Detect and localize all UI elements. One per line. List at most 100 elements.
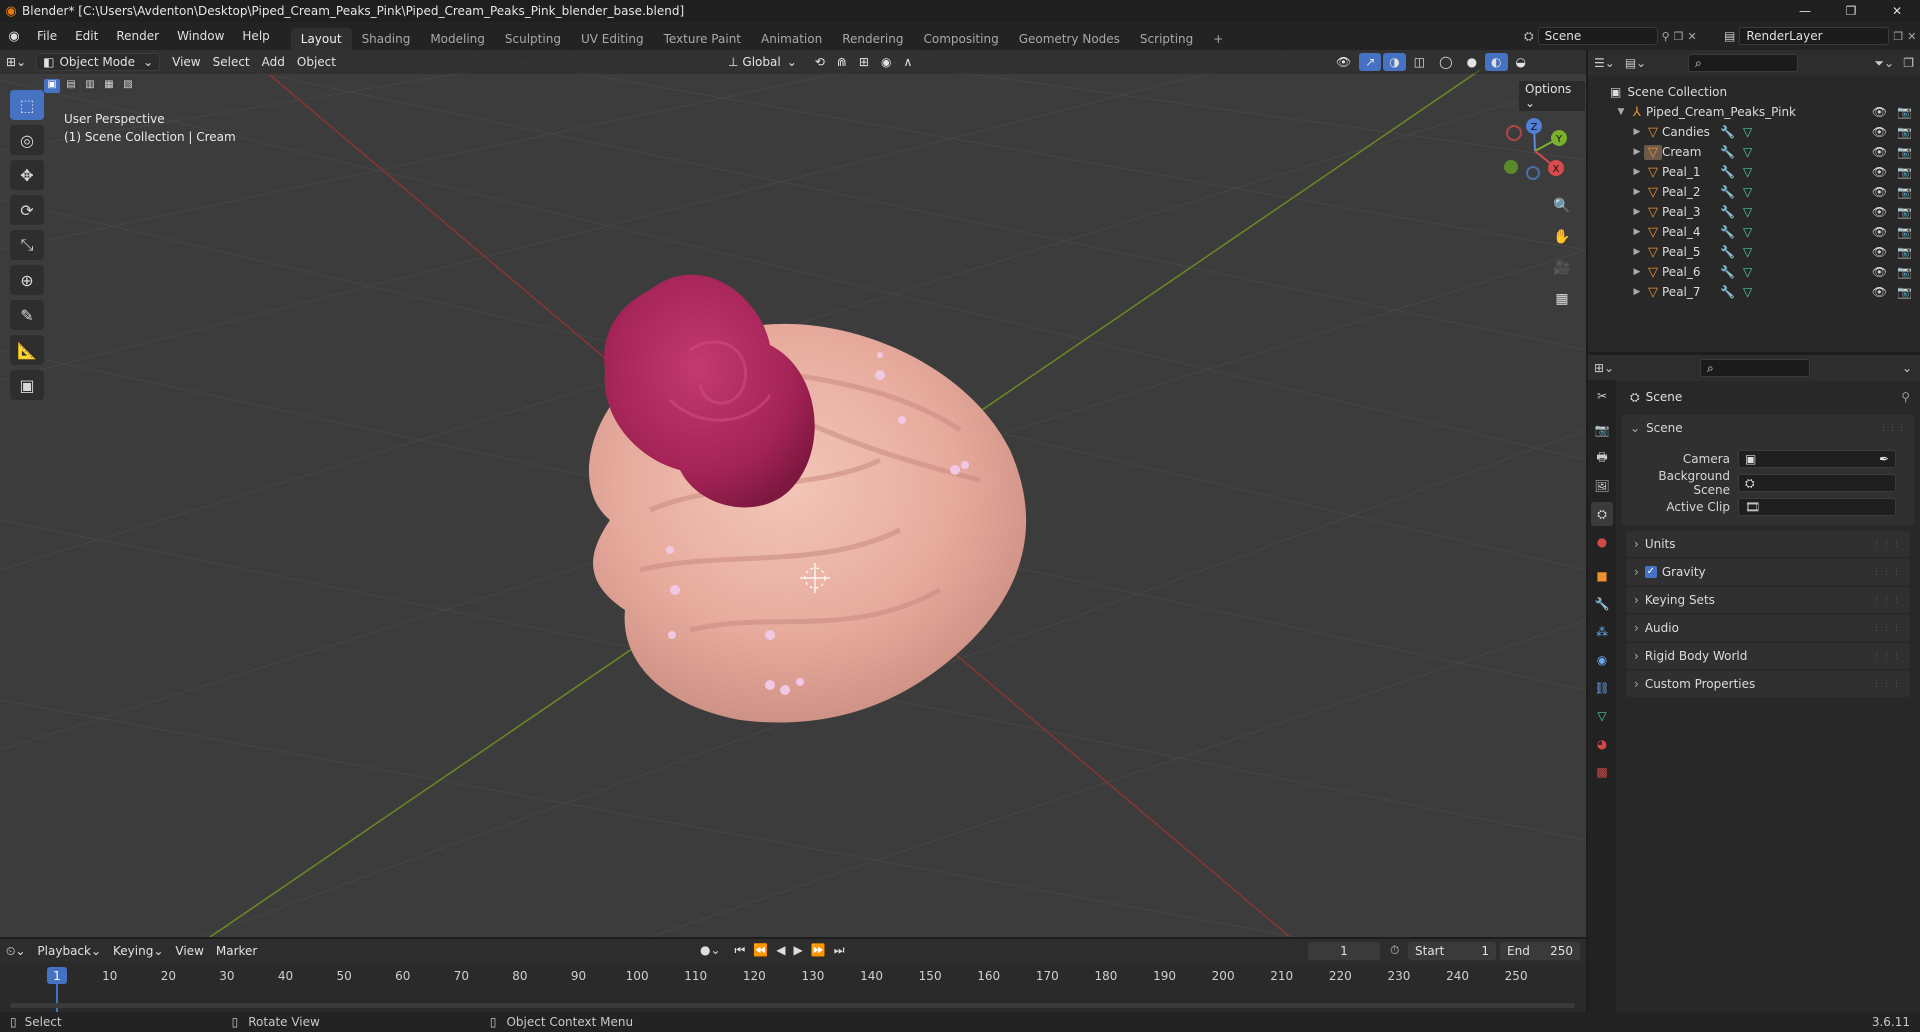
mode-dropdown[interactable]: ◧ Object Mode ⌄ xyxy=(36,53,161,71)
wrench-icon[interactable]: 🔧 xyxy=(1720,285,1735,299)
jump-keyframe-forward-icon[interactable]: ⏩ xyxy=(811,943,826,958)
remove-scene-icon[interactable]: ✕ xyxy=(1688,30,1697,43)
camera-icon[interactable]: 📷 xyxy=(1897,285,1912,299)
drag-grip-icon[interactable]: ⋮⋮⋮ xyxy=(1872,539,1902,549)
3d-viewport[interactable]: User Perspective (1) Scene Collection | … xyxy=(0,50,1586,937)
mesh-data-icon[interactable]: ▽ xyxy=(1743,245,1752,259)
menu-help[interactable]: Help xyxy=(233,22,278,50)
world-tab-icon[interactable]: ● xyxy=(1591,530,1613,554)
camera-icon[interactable]: 📷 xyxy=(1897,125,1912,139)
timeline-editor-icon[interactable]: ⏲⌄ xyxy=(0,942,31,960)
wireframe-shading-icon[interactable]: ◯ xyxy=(1433,53,1458,71)
mesh-data-icon[interactable]: ▽ xyxy=(1743,205,1752,219)
camera-icon[interactable]: 📷 xyxy=(1897,205,1912,219)
wrench-icon[interactable]: 🔧 xyxy=(1720,265,1735,279)
invert-selection-icon[interactable]: ▦ xyxy=(101,79,117,93)
expand-right-icon[interactable]: ▶ xyxy=(1630,147,1644,157)
eye-icon[interactable]: 👁 xyxy=(1872,145,1887,159)
measure-tool[interactable]: 📐 xyxy=(10,335,44,365)
drag-grip-icon[interactable]: ⋮⋮⋮ xyxy=(1872,651,1902,661)
stopwatch-icon[interactable]: ⏱ xyxy=(1390,943,1399,958)
camera-icon[interactable]: 📷 xyxy=(1897,245,1912,259)
wrench-icon[interactable]: 🔧 xyxy=(1720,145,1735,159)
tab-modeling[interactable]: Modeling xyxy=(420,28,495,50)
end-frame-field[interactable]: End 250 xyxy=(1500,942,1580,960)
eye-icon[interactable]: 👁 xyxy=(1872,225,1887,239)
material-tab-icon[interactable]: ◕ xyxy=(1591,732,1613,756)
eye-icon[interactable]: 👁 xyxy=(1872,185,1887,199)
outliner-item-peal-6[interactable]: ▶ ▽ Peal_6 🔧 ▽ 👁 📷 xyxy=(1588,262,1920,282)
wrench-icon[interactable]: 🔧 xyxy=(1720,205,1735,219)
scene-field[interactable]: Scene xyxy=(1537,27,1658,45)
options-button[interactable]: Options ⌄ xyxy=(1518,80,1586,112)
wrench-icon[interactable]: 🔧 xyxy=(1720,165,1735,179)
tab-uv-editing[interactable]: UV Editing xyxy=(571,28,654,50)
record-icon[interactable]: ●⌄ xyxy=(700,943,721,958)
proportional-edit-button[interactable]: ◉ xyxy=(875,53,897,71)
properties-search-input[interactable]: ⌕ xyxy=(1700,359,1810,377)
mesh-data-icon[interactable]: ▽ xyxy=(1743,165,1752,179)
eye-icon[interactable]: 👁 xyxy=(1872,165,1887,179)
remove-layer-icon[interactable]: ✕ xyxy=(1907,30,1916,43)
playback-menu[interactable]: Playback ⌄ xyxy=(31,942,107,960)
particles-tab-icon[interactable]: ⁂ xyxy=(1591,620,1613,644)
menu-render[interactable]: Render xyxy=(107,22,168,50)
chevron-down-icon[interactable]: ⌄ xyxy=(1902,361,1912,375)
camera-icon[interactable]: 📷 xyxy=(1897,225,1912,239)
menu-window[interactable]: Window xyxy=(168,22,233,50)
drag-grip-icon[interactable]: ⋮⋮⋮ xyxy=(1879,423,1906,433)
output-tab-icon[interactable]: 🖶 xyxy=(1591,446,1613,470)
gizmo-toggle-icon[interactable]: ↗ xyxy=(1359,53,1382,71)
camera-field[interactable]: ▣ ✒ xyxy=(1738,450,1896,468)
eye-icon[interactable]: 👁 xyxy=(1872,245,1887,259)
camera-icon[interactable]: 📷 xyxy=(1897,165,1912,179)
rotate-tool[interactable]: ⟳ xyxy=(10,195,44,225)
view-menu[interactable]: View xyxy=(166,53,206,71)
eye-icon[interactable]: 👁 xyxy=(1872,205,1887,219)
background-scene-field[interactable]: ⛭ xyxy=(1738,474,1896,492)
cursor-tool[interactable]: ◎ xyxy=(10,125,44,155)
active-clip-field[interactable]: 🎞 xyxy=(1738,498,1896,516)
outliner-item-peal-7[interactable]: ▶ ▽ Peal_7 🔧 ▽ 👁 📷 xyxy=(1588,282,1920,302)
maximize-button[interactable]: ❐ xyxy=(1828,0,1874,22)
outliner-item-peal-4[interactable]: ▶ ▽ Peal_4 🔧 ▽ 👁 📷 xyxy=(1588,222,1920,242)
tab-texture-paint[interactable]: Texture Paint xyxy=(654,28,751,50)
custom-properties-panel[interactable]: › Custom Properties ⋮⋮⋮ xyxy=(1626,671,1910,697)
expand-down-icon[interactable]: ▼ xyxy=(1614,107,1628,117)
add-cube-tool[interactable]: ▣ xyxy=(10,370,44,400)
outliner-item-peal-1[interactable]: ▶ ▽ Peal_1 🔧 ▽ 👁 📷 xyxy=(1588,162,1920,182)
transform-tool[interactable]: ⊕ xyxy=(10,265,44,295)
tab-layout[interactable]: Layout xyxy=(290,28,352,50)
marker-menu[interactable]: Marker xyxy=(210,942,263,960)
zoom-icon[interactable]: 🔍 xyxy=(1548,192,1576,220)
jump-start-icon[interactable]: ⏮ xyxy=(735,943,746,958)
solid-shading-icon[interactable]: ● xyxy=(1461,53,1483,71)
editor-type-button[interactable]: ⊞ ⌄ xyxy=(0,53,32,71)
mesh-data-icon[interactable]: ▽ xyxy=(1743,185,1752,199)
new-collection-icon[interactable]: ❐ xyxy=(1903,56,1914,70)
camera-icon[interactable]: 📷 xyxy=(1897,145,1912,159)
material-shading-icon[interactable]: ◐ xyxy=(1485,53,1508,71)
outliner-item-peal-5[interactable]: ▶ ▽ Peal_5 🔧 ▽ 👁 📷 xyxy=(1588,242,1920,262)
render-tab-icon[interactable]: 📷 xyxy=(1591,418,1613,442)
keying-menu[interactable]: Keying ⌄ xyxy=(107,942,169,960)
eyedropper-icon[interactable]: ✒ xyxy=(1879,452,1889,466)
constraints-tab-icon[interactable]: ⛓ xyxy=(1591,676,1613,700)
timeline-scrollbar[interactable] xyxy=(10,1003,1575,1008)
ortho-grid-icon[interactable]: ▦ xyxy=(1548,285,1576,313)
add-workspace-button[interactable]: + xyxy=(1203,28,1233,50)
minimize-button[interactable]: — xyxy=(1782,0,1828,22)
select-box-tool[interactable]: ⬚ xyxy=(10,90,44,120)
tab-rendering[interactable]: Rendering xyxy=(832,28,913,50)
expand-right-icon[interactable]: ▶ xyxy=(1630,227,1644,237)
new-scene-icon[interactable]: ❐ xyxy=(1674,30,1684,43)
start-frame-field[interactable]: Start 1 xyxy=(1408,942,1496,960)
wrench-icon[interactable]: 🔧 xyxy=(1720,245,1735,259)
menu-file[interactable]: File xyxy=(28,22,66,50)
transform-orientation-dropdown[interactable]: ⊥ Global ⌄ xyxy=(722,53,803,71)
menu-edit[interactable]: Edit xyxy=(66,22,107,50)
texture-tab-icon[interactable]: ▩ xyxy=(1591,760,1613,784)
object-tab-icon[interactable]: ■ xyxy=(1591,564,1613,588)
properties-editor-icon[interactable]: ⊞⌄ xyxy=(1594,361,1614,375)
snap-target-button[interactable]: ⊞ xyxy=(853,53,875,71)
